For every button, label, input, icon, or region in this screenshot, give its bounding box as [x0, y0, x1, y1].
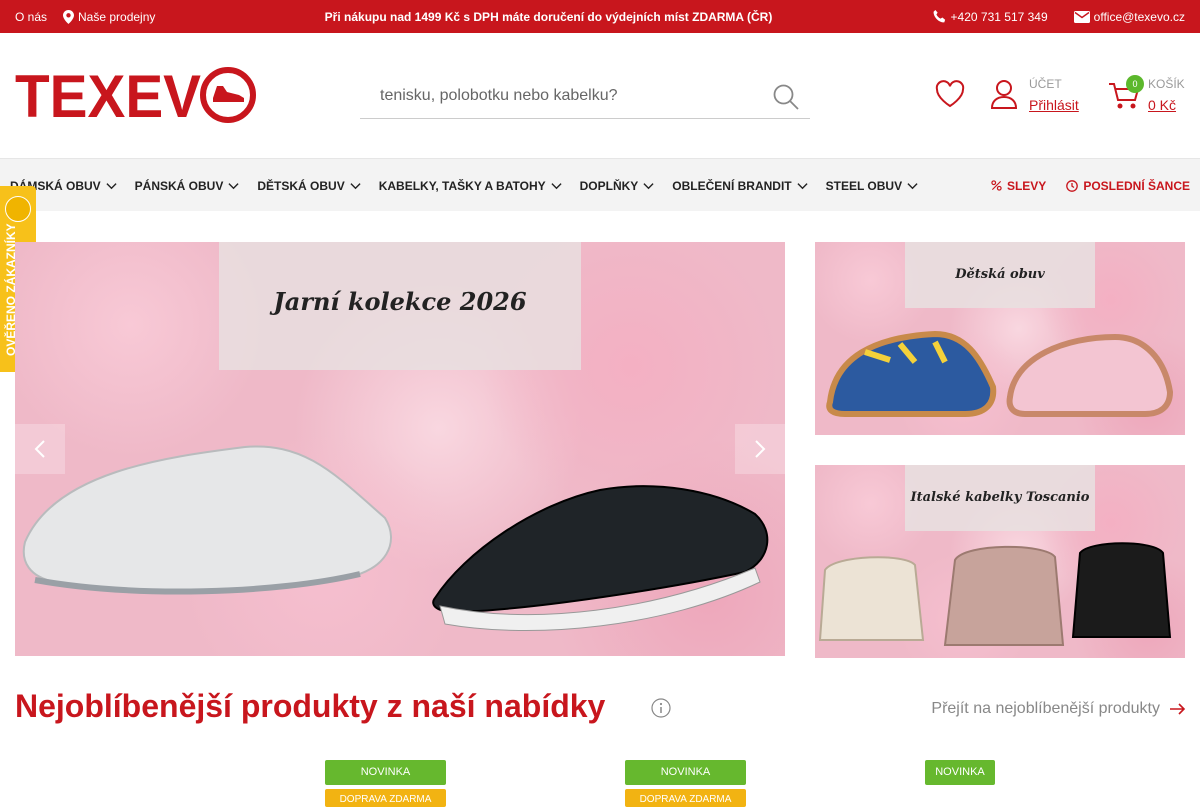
chevron-down-icon	[551, 183, 562, 190]
nav-item-bags[interactable]: KABELKY, TAŠKY A BATOHY	[379, 179, 562, 193]
kids-shoes-image	[826, 330, 1174, 417]
search-input[interactable]: tenisku, polobotku nebo kabelku?	[380, 87, 618, 105]
nav-item-mens-shoes[interactable]: PÁNSKÁ OBUV	[135, 179, 240, 193]
clock-icon	[1066, 179, 1079, 192]
carousel-prev-button[interactable]	[15, 424, 65, 474]
top-bar: O nás Naše prodejny Při nákupu nad 1499 …	[0, 0, 1200, 33]
hero-carousel[interactable]: Jarní kolekce 2026	[15, 242, 785, 656]
search-icon[interactable]	[772, 83, 800, 111]
hero-shoes-image	[22, 445, 769, 632]
new-badge: NOVINKA	[925, 760, 995, 785]
top-bar-contacts: +420 731 517 349 office@texevo.cz	[932, 9, 1185, 24]
section-title: Nejoblíbenější produkty z naší nabídky	[15, 688, 606, 724]
svg-text:TEXEV: TEXEV	[15, 66, 201, 126]
nav-highlights: SLEVY POSLEDNÍ ŠANCE	[991, 159, 1190, 212]
nav-item-steel-shoes[interactable]: STEEL OBUV	[826, 179, 918, 193]
sale-label: SLEVY	[1006, 178, 1047, 193]
cart-widget[interactable]: 0 KOŠÍK 0 Kč	[1108, 75, 1188, 115]
free-delivery-badge: DOPRAVA ZDARMA	[325, 789, 446, 807]
email-address: office@texevo.cz	[1093, 9, 1185, 24]
cart-count-badge: 0	[1126, 75, 1144, 93]
nav-item-kids-shoes[interactable]: DĚTSKÁ OBUV	[257, 178, 361, 193]
logo-graphic: TEXEV	[15, 63, 256, 130]
account-title: ÚČET	[1029, 77, 1062, 91]
cart-title: KOŠÍK	[1148, 77, 1185, 91]
search-bar[interactable]: tenisku, polobotku nebo kabelku?	[360, 73, 810, 119]
phone-link[interactable]: +420 731 517 349	[932, 9, 1048, 24]
see-all-label: Přejít na nejoblíbenější produkty	[931, 700, 1160, 717]
user-icon	[990, 80, 1018, 109]
nav-item-label: DĚTSKÁ OBUV	[257, 178, 345, 193]
percent-icon	[991, 180, 1002, 191]
header: TEXEV tenisku, polobotku nebo kabelku? Ú…	[0, 33, 1200, 158]
chevron-down-icon	[228, 183, 239, 190]
carousel-next-button[interactable]	[735, 424, 785, 474]
chevron-left-icon	[34, 440, 45, 458]
nav-item-label: DOPLŇKY	[579, 178, 639, 193]
see-all-popular-link[interactable]: Přejít na nejoblíbenější produkty	[931, 700, 1186, 718]
italian-handbags-banner[interactable]: Italské kabelky Toscanio	[815, 465, 1185, 658]
nav-item-label: KABELKY, TAŠKY A BATOHY	[378, 178, 546, 193]
cart-total[interactable]: 0 Kč	[1148, 97, 1176, 113]
handbags-image	[818, 542, 1172, 646]
nav-item-label: PÁNSKÁ OBUV	[134, 178, 224, 193]
nav-categories: DÁMSKÁ OBUV PÁNSKÁ OBUV DĚTSKÁ OBUV KABE…	[10, 159, 918, 212]
chevron-down-icon	[797, 183, 808, 190]
envelope-icon	[1073, 10, 1090, 23]
texevo-logo[interactable]: TEXEV	[15, 63, 257, 130]
chevron-down-icon	[106, 183, 117, 190]
arrow-right-icon	[1170, 703, 1186, 715]
heart-icon[interactable]	[935, 79, 965, 109]
nav-item-label: OBLEČENÍ BRANDIT	[672, 178, 792, 193]
chevron-down-icon	[350, 183, 361, 190]
email-link[interactable]: office@texevo.cz	[1073, 9, 1185, 24]
phone-icon	[933, 9, 945, 23]
nav-item-brandit-clothing[interactable]: OBLEČENÍ BRANDIT	[672, 178, 808, 193]
free-delivery-badge: DOPRAVA ZDARMA	[625, 789, 746, 807]
nav-item-label: STEEL OBUV	[825, 178, 903, 193]
login-link[interactable]: Přihlásit	[1029, 97, 1079, 113]
nav-item-sale[interactable]: SLEVY	[991, 179, 1046, 193]
chevron-right-icon	[755, 440, 766, 458]
nav-item-last-chance[interactable]: POSLEDNÍ ŠANCE	[1066, 179, 1190, 193]
info-icon[interactable]	[651, 698, 671, 718]
verified-seal-icon	[5, 196, 31, 222]
main-nav: DÁMSKÁ OBUV PÁNSKÁ OBUV DĚTSKÁ OBUV KABE…	[0, 158, 1200, 211]
new-badge: NOVINKA	[625, 760, 746, 785]
last-chance-label: POSLEDNÍ ŠANCE	[1083, 178, 1190, 193]
chevron-down-icon	[643, 183, 654, 190]
nav-item-accessories[interactable]: DOPLŇKY	[580, 179, 655, 193]
new-badge: NOVINKA	[325, 760, 446, 785]
phone-number: +420 731 517 349	[950, 9, 1048, 24]
chevron-down-icon	[907, 183, 918, 190]
kids-shoes-banner[interactable]: Dětská obuv	[815, 242, 1185, 435]
account-widget[interactable]: ÚČET Přihlásit	[990, 75, 1090, 115]
